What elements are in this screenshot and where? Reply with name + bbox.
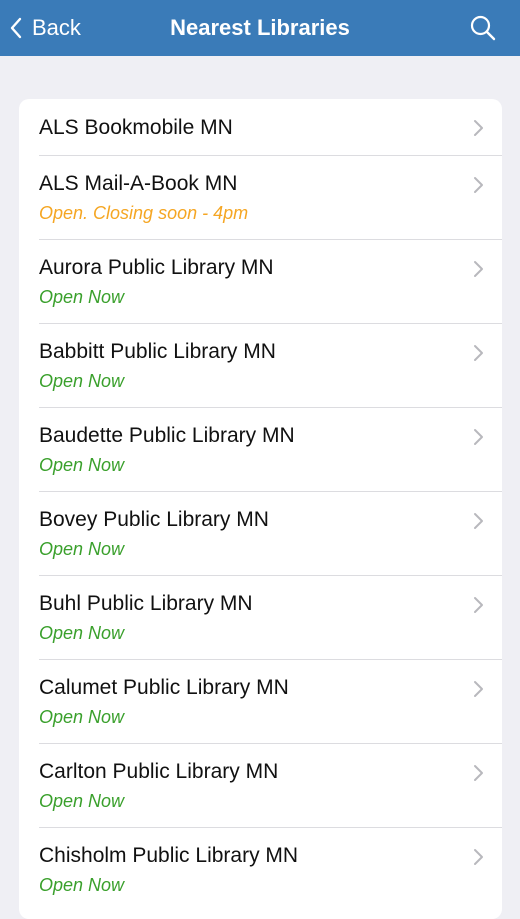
chevron-right-icon [474,345,483,361]
library-name: Chisholm Public Library MN [39,844,299,867]
library-row[interactable]: Chisholm Public Library MN Open Now [19,828,502,912]
library-list: ALS Bookmobile MN ALS Mail-A-Book MN Open.… [19,99,502,919]
library-status: Open Now [39,539,125,559]
library-row[interactable]: Calumet Public Library MN Open Now [19,660,502,744]
library-name: ALS Bookmobile MN [39,116,233,139]
library-row[interactable]: Baudette Public Library MN Open Now [19,408,502,492]
library-name: Calumet Public Library MN [39,676,289,699]
library-status: Open Now [39,791,125,811]
back-label: Back [32,15,81,40]
library-name: Bovey Public Library MN [39,508,269,531]
chevron-right-icon [474,681,483,697]
library-row[interactable]: ALS Bookmobile MN [19,99,502,156]
chevron-right-icon [474,261,483,277]
library-row[interactable]: Buhl Public Library MN Open Now [19,576,502,660]
chevron-right-icon [474,120,483,136]
library-row[interactable]: ALS Mail-A-Book MN Open. Closing soon - 4… [19,156,502,240]
library-name: Buhl Public Library MN [39,592,253,615]
library-row[interactable]: Carlton Public Library MN Open Now [19,744,502,828]
chevron-right-icon [474,765,483,781]
library-status: Open. Closing soon - 4pm [39,203,249,223]
library-row[interactable]: Aurora Public Library MN Open Now [19,240,502,324]
search-icon[interactable] [468,13,498,43]
back-button[interactable]: Back [10,0,81,56]
chevron-right-icon [474,597,483,613]
chevron-right-icon [474,177,483,193]
library-status: Open Now [39,371,125,391]
navigation-bar: Back Nearest Libraries [0,0,520,56]
library-status: Open Now [39,455,125,475]
chevron-right-icon [474,849,483,865]
library-name: Aurora Public Library MN [39,256,274,279]
library-status: Open Now [39,287,125,307]
library-name: Baudette Public Library MN [39,424,295,447]
library-name: ALS Mail-A-Book MN [39,172,238,195]
chevron-right-icon [474,513,483,529]
library-status: Open Now [39,875,125,895]
library-status: Open Now [39,623,125,643]
library-name: Carlton Public Library MN [39,760,279,783]
library-row[interactable]: Bovey Public Library MN Open Now [19,492,502,576]
library-row[interactable]: Babbitt Public Library MN Open Now [19,324,502,408]
chevron-right-icon [474,429,483,445]
chevron-left-icon [10,17,22,39]
library-status: Open Now [39,707,125,727]
library-name: Babbitt Public Library MN [39,340,276,363]
